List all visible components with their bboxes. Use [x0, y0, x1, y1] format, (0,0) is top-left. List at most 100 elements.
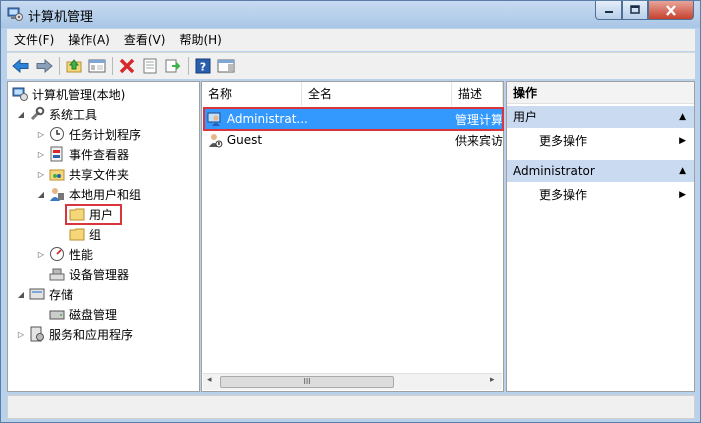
back-button[interactable] — [10, 55, 32, 77]
cell-name: Guest — [226, 133, 263, 147]
section-label: 用户 — [513, 110, 538, 124]
back-icon — [12, 58, 29, 74]
user-list[interactable]: 名称 全名 描述 Administrat... 管理计算 Guest 供来宾访 … — [201, 81, 504, 392]
tree-label: 共享文件夹 — [69, 167, 130, 182]
section-label: Administrator — [513, 164, 595, 178]
cell-description: 供来宾访 — [454, 133, 503, 148]
tree-item-task-scheduler[interactable]: ▷ 任务计划程序 — [36, 124, 141, 144]
minimize-button[interactable] — [595, 1, 622, 20]
console-tree[interactable]: 计算机管理(本地) ◢ 系统工具 ▷ 任务计划程序 ▷ 事件查看器 ▷ 共享文件… — [7, 81, 200, 392]
expand-arrow-icon[interactable]: ▷ — [16, 324, 26, 344]
tree-item-system-tools[interactable]: ◢ 系统工具 — [16, 104, 97, 124]
table-row-guest[interactable]: Guest 供来宾访 — [204, 130, 503, 150]
tree-label: 设备管理器 — [69, 267, 130, 282]
tree-item-device-manager[interactable]: 设备管理器 — [49, 264, 129, 284]
actions-section-users[interactable]: 用户 ▲ — [507, 106, 694, 128]
clock-icon — [50, 127, 64, 141]
expand-arrow-icon[interactable]: ▷ — [36, 124, 46, 144]
tree-item-services-apps[interactable]: ▷ 服务和应用程序 — [16, 324, 133, 344]
tree-label: 存储 — [49, 287, 74, 302]
more-actions-users[interactable]: 更多操作 ▶ — [507, 130, 694, 152]
submenu-arrow-icon: ▶ — [679, 136, 686, 146]
show-hide-tree-button[interactable] — [86, 55, 108, 77]
tree-label: 磁盘管理 — [69, 307, 118, 322]
column-header-name[interactable]: 名称 — [202, 82, 302, 106]
toolbar-separator — [59, 57, 60, 75]
toolbar-separator — [112, 57, 113, 75]
maximize-button[interactable] — [622, 1, 648, 20]
forward-icon — [36, 58, 53, 74]
users-group-icon — [50, 188, 64, 201]
tree-item-disk-management[interactable]: 磁盘管理 — [49, 304, 117, 324]
toolbar-separator — [188, 57, 189, 75]
expand-arrow-icon[interactable]: ▷ — [36, 164, 46, 184]
menu-help[interactable]: 帮助(H) — [172, 29, 228, 51]
action-pane-icon — [217, 59, 235, 73]
forward-button[interactable] — [33, 55, 55, 77]
disabled-user-icon — [208, 134, 223, 148]
scroll-right-arrow-icon[interactable]: ▸ — [490, 375, 495, 385]
computer-management-icon — [7, 7, 23, 21]
delete-button[interactable] — [116, 55, 138, 77]
performance-icon — [50, 247, 64, 261]
action-pane-button[interactable] — [215, 55, 237, 77]
maximize-icon — [630, 5, 640, 14]
scrollbar-thumb[interactable]: III — [220, 376, 394, 388]
more-actions-administrator[interactable]: 更多操作 ▶ — [507, 184, 694, 206]
menu-view[interactable]: 查看(V) — [117, 29, 173, 51]
tree-item-performance[interactable]: ▷ 性能 — [36, 244, 93, 264]
menu-file[interactable]: 文件(F) — [7, 29, 61, 51]
disk-icon — [49, 310, 65, 320]
expand-arrow-icon[interactable]: ▷ — [36, 244, 46, 264]
submenu-arrow-icon: ▶ — [679, 190, 686, 200]
export-list-button[interactable] — [162, 55, 184, 77]
up-folder-icon — [66, 59, 82, 73]
services-icon — [30, 326, 44, 342]
close-button[interactable] — [648, 1, 694, 20]
tree-label: 计算机管理(本地) — [32, 87, 126, 102]
tree-item-local-users-groups[interactable]: ◢ 本地用户和组 — [36, 184, 141, 204]
tree-label: 本地用户和组 — [69, 187, 142, 202]
horizontal-scrollbar[interactable]: ◂ III ▸ — [203, 373, 502, 390]
window-title: 计算机管理 — [28, 10, 94, 25]
tree-item-groups[interactable]: 组 — [69, 224, 101, 244]
highlight-box-users — [65, 204, 122, 225]
event-viewer-icon — [50, 146, 63, 162]
storage-icon — [29, 288, 45, 300]
scrollbar-grip: III — [303, 377, 311, 386]
scroll-left-arrow-icon[interactable]: ◂ — [207, 375, 212, 385]
delete-icon — [119, 58, 135, 74]
collapse-section-icon[interactable]: ▲ — [679, 160, 686, 182]
collapse-arrow-icon[interactable]: ◢ — [16, 284, 26, 304]
tools-icon — [30, 106, 45, 121]
tree-item-storage[interactable]: ◢ 存储 — [16, 284, 73, 304]
collapse-arrow-icon[interactable]: ◢ — [16, 104, 26, 124]
export-icon — [165, 59, 181, 73]
collapse-section-icon[interactable]: ▲ — [679, 106, 686, 128]
title-bar[interactable]: 计算机管理 — [1, 1, 700, 28]
folder-icon — [69, 228, 85, 241]
tree-label: 系统工具 — [49, 107, 98, 122]
collapse-arrow-icon[interactable]: ◢ — [36, 184, 46, 204]
toolbar: ? — [7, 52, 695, 79]
svg-text:?: ? — [200, 61, 206, 74]
expand-arrow-icon[interactable]: ▷ — [36, 144, 46, 164]
more-actions-label: 更多操作 — [539, 134, 588, 148]
tree-label: 性能 — [69, 247, 94, 262]
menu-action[interactable]: 操作(A) — [61, 29, 117, 51]
close-icon — [666, 4, 676, 16]
tree-item-shared-folders[interactable]: ▷ 共享文件夹 — [36, 164, 129, 184]
show-hide-tree-icon — [88, 59, 106, 73]
highlight-box-administrator — [203, 107, 504, 131]
properties-icon — [143, 58, 157, 74]
properties-button[interactable] — [139, 55, 161, 77]
tree-item-root[interactable]: 计算机管理(本地) — [12, 84, 125, 104]
help-button[interactable]: ? — [192, 55, 214, 77]
actions-pane: 操作 用户 ▲ 更多操作 ▶ Administrator ▲ 更多操作 ▶ — [506, 81, 695, 392]
column-header-description[interactable]: 描述 — [452, 82, 503, 106]
actions-section-administrator[interactable]: Administrator ▲ — [507, 160, 694, 182]
up-folder-button[interactable] — [63, 55, 85, 77]
tree-item-event-viewer[interactable]: ▷ 事件查看器 — [36, 144, 129, 164]
device-manager-icon — [49, 268, 65, 281]
column-header-fullname[interactable]: 全名 — [302, 82, 452, 106]
